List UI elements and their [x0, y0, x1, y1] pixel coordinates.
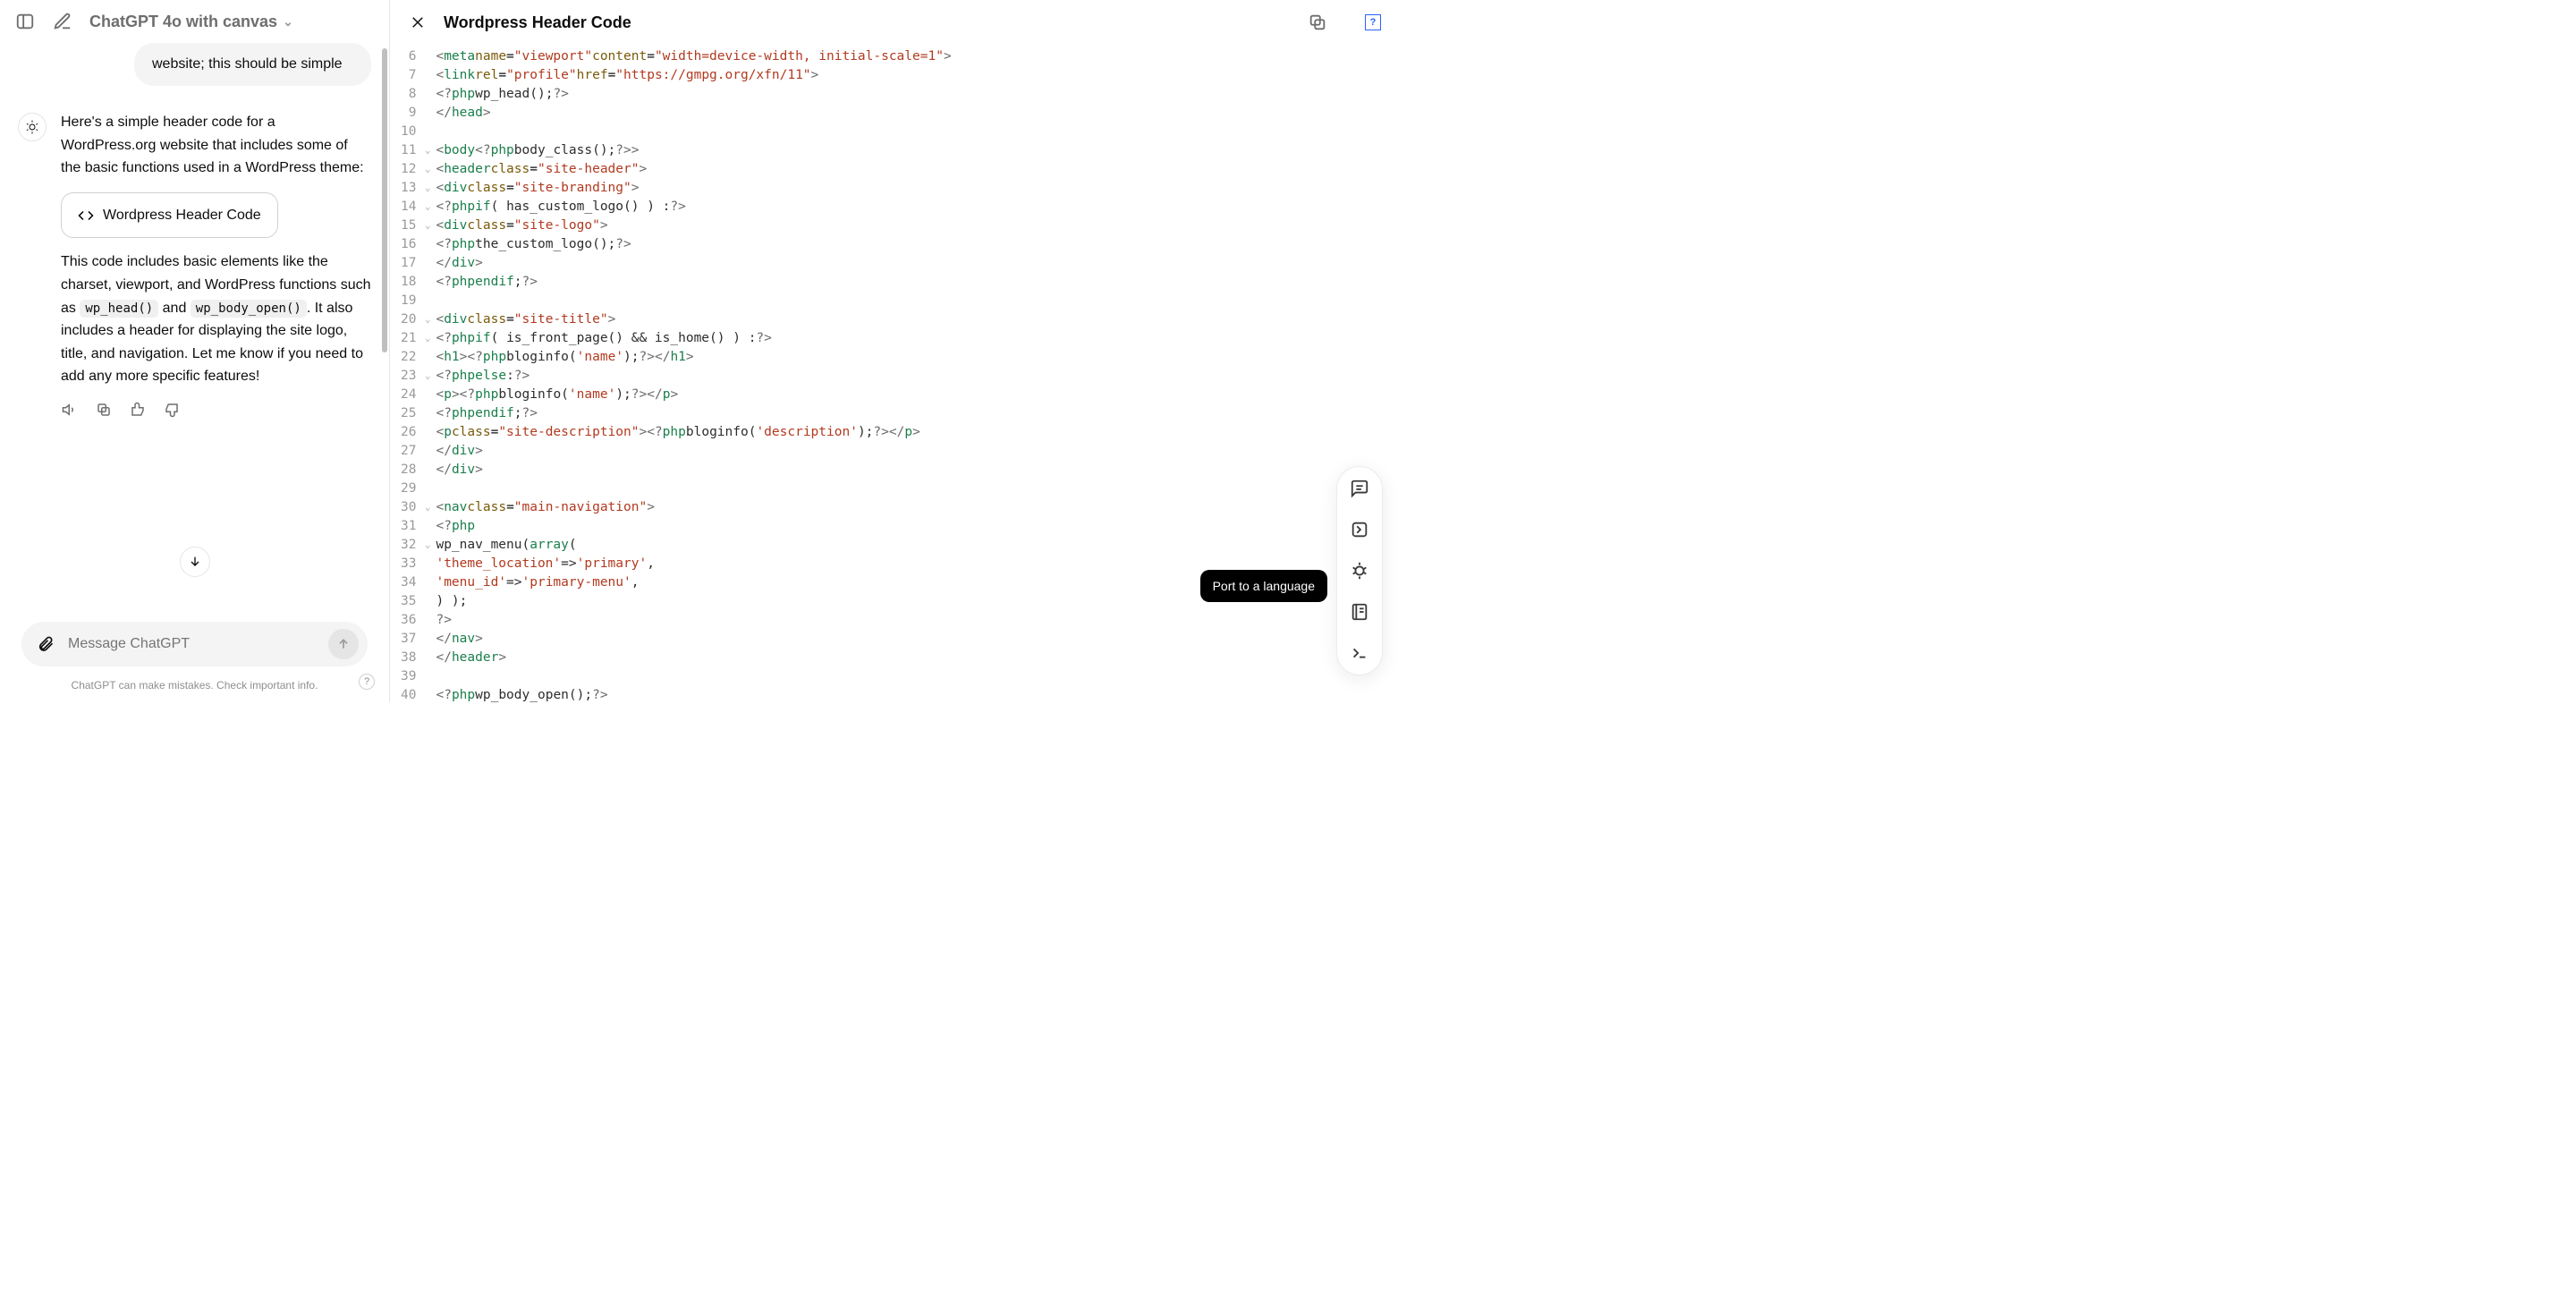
canvas-header: Wordpress Header Code ? [390, 0, 1401, 45]
code-editor[interactable]: 67891011⌄12⌄13⌄14⌄15⌄1617181920⌄21⌄2223⌄… [390, 45, 1401, 702]
assistant-message: Here's a simple header code for a WordPr… [18, 111, 371, 419]
logs-icon[interactable] [1349, 519, 1370, 540]
comment-icon[interactable] [1349, 478, 1370, 499]
composer [21, 622, 368, 666]
canvas-help-badge[interactable]: ? [1365, 14, 1381, 30]
message-input[interactable] [68, 636, 321, 652]
new-chat-icon[interactable] [52, 11, 73, 32]
scroll-to-bottom-button[interactable] [180, 547, 210, 577]
send-button[interactable] [328, 629, 359, 659]
canvas-title: Wordpress Header Code [444, 13, 631, 32]
model-label: ChatGPT 4o with canvas [89, 13, 277, 31]
bug-icon[interactable] [1349, 560, 1370, 581]
artifact-chip[interactable]: Wordpress Header Code [61, 192, 278, 239]
chevron-down-icon: ⌄ [283, 14, 293, 30]
copy-icon[interactable] [95, 401, 113, 419]
assistant-followup: This code includes basic elements like t… [61, 250, 371, 388]
artifact-chip-label: Wordpress Header Code [103, 204, 261, 227]
assistant-intro: Here's a simple header code for a WordPr… [61, 111, 371, 180]
feedback-row [61, 401, 371, 419]
read-aloud-icon[interactable] [61, 401, 79, 419]
model-picker[interactable]: ChatGPT 4o with canvas ⌄ [89, 13, 293, 31]
close-canvas-button[interactable] [410, 13, 428, 31]
conversation-scrollbar[interactable] [380, 48, 389, 597]
header-bar: ChatGPT 4o with canvas ⌄ [0, 0, 389, 43]
canvas-toolbar [1336, 466, 1383, 675]
thumbs-down-icon[interactable] [163, 401, 181, 419]
conversation-scroll[interactable]: website; this should be simple Here's a … [0, 43, 389, 622]
disclaimer-text: ChatGPT can make mistakes. Check importa… [72, 679, 318, 692]
help-button[interactable]: ? [359, 674, 375, 690]
port-language-tooltip: Port to a language [1200, 570, 1327, 602]
code-content[interactable]: <meta name="viewport" content="width=dev… [436, 45, 1401, 702]
terminal-icon[interactable] [1349, 642, 1370, 664]
code-icon [78, 208, 94, 224]
inline-code-2: wp_body_open() [191, 300, 307, 318]
line-number-gutter: 67891011⌄12⌄13⌄14⌄15⌄1617181920⌄21⌄2223⌄… [401, 45, 436, 702]
copy-canvas-button[interactable] [1308, 13, 1327, 32]
sidebar-toggle-icon[interactable] [14, 11, 36, 32]
port-language-icon[interactable] [1349, 601, 1370, 623]
assistant-avatar [18, 113, 47, 141]
user-message: website; this should be simple [134, 43, 371, 86]
inline-code-1: wp_head() [80, 300, 158, 318]
attach-button[interactable] [30, 629, 61, 659]
thumbs-up-icon[interactable] [129, 401, 147, 419]
scrollbar-thumb[interactable] [382, 48, 387, 352]
